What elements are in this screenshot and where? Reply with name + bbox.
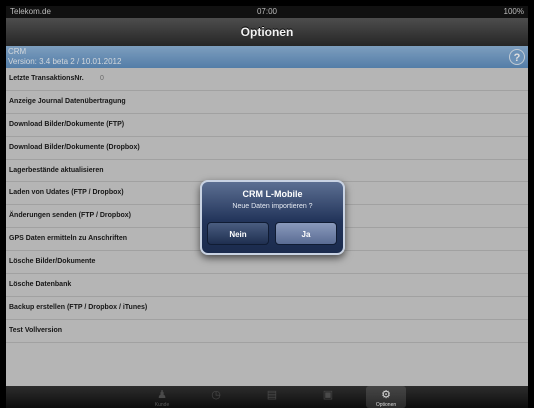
clock-icon: ◷ <box>211 389 221 401</box>
tab-bar: ♟ Kunde ◷ ▤ ▣ ⚙ Optionen <box>6 386 528 408</box>
page-title: Optionen <box>240 25 294 39</box>
no-button[interactable]: Nein <box>207 222 269 245</box>
yes-button[interactable]: Ja <box>275 222 337 245</box>
dialog-title: CRM L-Mobile <box>242 189 303 199</box>
battery-label: 100% <box>503 7 524 16</box>
tab-label: Kunde <box>154 402 170 408</box>
gear-icon: ⚙ <box>381 389 391 401</box>
status-bar: Telekom.de 07:00 100% <box>6 6 528 18</box>
import-dialog: CRM L-Mobile Neue Daten importieren ? Ne… <box>200 180 345 255</box>
tab-label: Optionen <box>375 402 397 408</box>
person-icon: ♟ <box>157 389 167 401</box>
tab-kunde[interactable]: ♟ Kunde <box>142 386 182 408</box>
chart-icon: ▤ <box>266 389 278 401</box>
tab-statistics[interactable]: ▤ <box>252 386 292 408</box>
cart-icon: ▣ <box>322 389 334 401</box>
tab-cart[interactable]: ▣ <box>308 386 348 408</box>
dialog-message: Neue Daten importieren ? <box>232 203 313 210</box>
navigation-bar: Optionen <box>6 18 528 46</box>
tab-history[interactable]: ◷ <box>196 386 236 408</box>
ipad-screen: Telekom.de 07:00 100% Optionen CRM Versi… <box>6 6 528 408</box>
tab-optionen[interactable]: ⚙ Optionen <box>366 386 406 408</box>
status-time: 07:00 <box>256 7 278 16</box>
